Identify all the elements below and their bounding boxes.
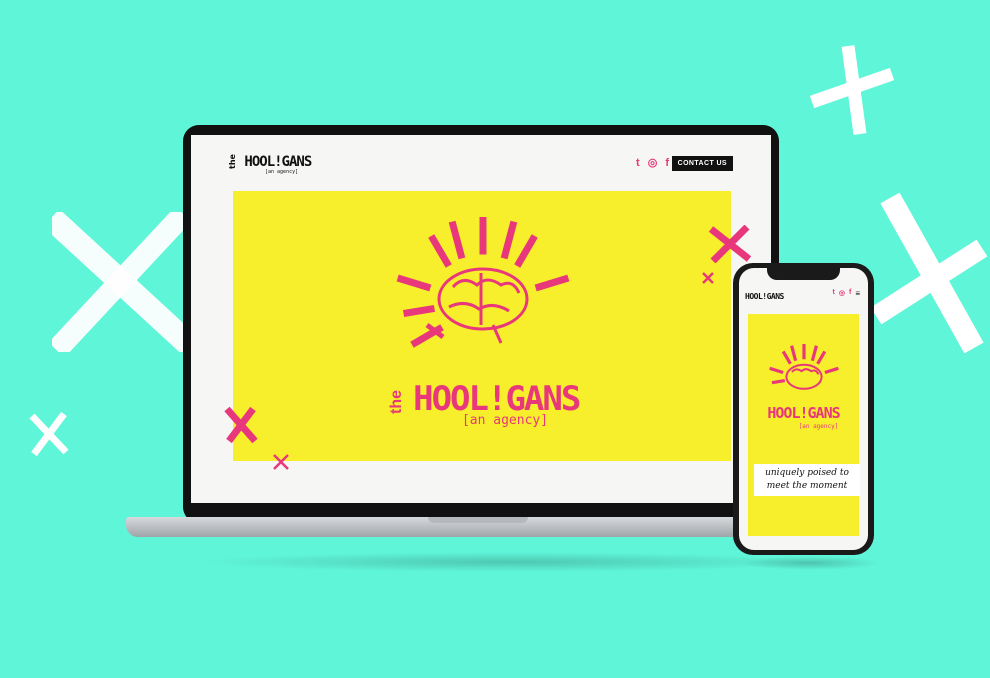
phone-hero-logo-subtitle: [an agency] — [798, 423, 839, 430]
facebook-icon[interactable]: f — [849, 289, 851, 298]
hero-logo-subtitle: [an agency] — [461, 413, 549, 428]
social-links: t ◎ f — [636, 157, 669, 169]
brush-x-icon-right — [870, 188, 988, 358]
brush-x-icon-top-right — [808, 40, 896, 140]
phone-site-logo[interactable]: HOOL!GANS — [745, 286, 784, 304]
site-logo-word: HOOL!GANS — [244, 154, 312, 170]
phone-notch — [767, 268, 840, 280]
laptop-screen: the HOOL!GANS [an agency] t ◎ f CONTACT … — [191, 135, 771, 503]
phone-shadow — [740, 556, 880, 570]
instagram-icon[interactable]: ◎ — [648, 157, 658, 169]
laptop-shadow — [200, 552, 820, 572]
twitter-icon[interactable]: t — [833, 289, 835, 298]
phone-brain-icon — [769, 344, 839, 390]
phone-tagline: uniquely poised to meet the moment — [754, 464, 860, 496]
hero-logo-the: the — [387, 390, 405, 414]
phone-hero-banner: HOOL!GANS [an agency] uniquely poised to… — [748, 314, 860, 536]
hero-banner: the HOOL!GANS [an agency] — [233, 191, 731, 461]
pink-x-icon-bottom-left — [224, 406, 258, 444]
hamburger-menu-icon[interactable]: ≡ — [855, 289, 860, 298]
phone-screen: HOOL!GANS t ◎ f ≡ HOOL!GANS [an agency] … — [739, 268, 868, 550]
facebook-icon[interactable]: f — [665, 157, 669, 169]
hero-logo: the HOOL!GANS [an agency] — [233, 379, 731, 428]
pink-x-icon-small-right — [702, 272, 714, 284]
site-logo[interactable]: the HOOL!GANS [an agency] — [225, 153, 312, 175]
phone-site-logo-word: HOOL!GANS — [745, 292, 784, 301]
pink-x-icon-small-bottom — [273, 454, 289, 470]
pink-x-icon-top-right — [708, 225, 752, 263]
brush-x-icon-small-left — [26, 408, 72, 458]
brain-icon — [396, 217, 570, 348]
phone-hero-logo-word: HOOL!GANS — [767, 404, 840, 422]
instagram-icon[interactable]: ◎ — [839, 289, 845, 298]
twitter-icon[interactable]: t — [636, 157, 640, 169]
laptop-hinge-notch — [428, 517, 528, 523]
brush-x-icon-large-left — [52, 212, 190, 352]
contact-us-button[interactable]: CONTACT US — [671, 156, 733, 171]
phone-social-links: t ◎ f ≡ — [833, 289, 860, 298]
